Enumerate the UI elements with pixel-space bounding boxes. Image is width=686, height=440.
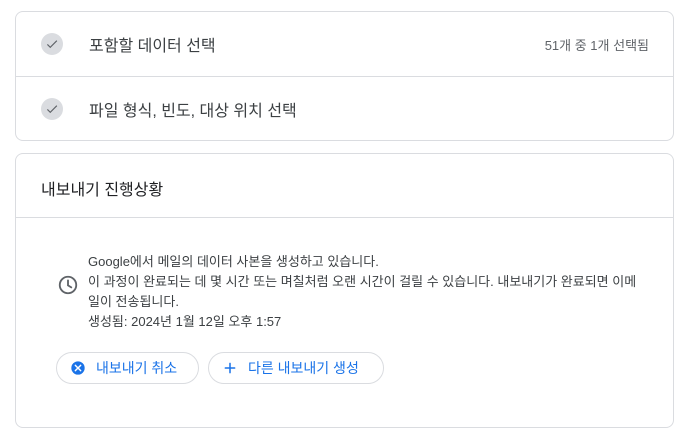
progress-title: 내보내기 진행상황 bbox=[41, 182, 164, 199]
export-progress-card: 내보내기 진행상황 Google에서 메일의 데이터 사본을 생성하고 있습니다… bbox=[15, 153, 674, 428]
step-file-format[interactable]: 파일 형식, 빈도, 대상 위치 선택 bbox=[16, 77, 673, 141]
divider bbox=[16, 217, 673, 218]
check-icon bbox=[41, 33, 63, 55]
create-another-export-button[interactable]: 다른 내보내기 생성 bbox=[208, 352, 384, 384]
cancel-export-button[interactable]: 내보내기 취소 bbox=[56, 352, 199, 384]
step-label: 포함할 데이터 선택 bbox=[89, 38, 216, 55]
plus-icon bbox=[222, 360, 238, 376]
steps-card: 포함할 데이터 선택 51개 중 1개 선택됨 파일 형식, 빈도, 대상 위치… bbox=[15, 11, 674, 141]
step-select-data[interactable]: 포함할 데이터 선택 51개 중 1개 선택됨 bbox=[16, 12, 673, 76]
step-label: 파일 형식, 빈도, 대상 위치 선택 bbox=[89, 103, 297, 120]
cancel-icon bbox=[70, 360, 86, 376]
clock-icon bbox=[57, 274, 79, 296]
check-icon bbox=[41, 98, 63, 120]
progress-message: Google에서 메일의 데이터 사본을 생성하고 있습니다. 이 과정이 완료… bbox=[88, 252, 648, 332]
created-timestamp: 생성됨: 2024년 1월 12일 오후 1:57 bbox=[88, 314, 282, 329]
message-line: 이 과정이 완료되는 데 몇 시간 또는 며칠처럼 오랜 시간이 걸릴 수 있습… bbox=[88, 274, 637, 309]
message-line: Google에서 메일의 데이터 사본을 생성하고 있습니다. bbox=[88, 254, 379, 269]
create-another-export-label: 다른 내보내기 생성 bbox=[248, 360, 359, 376]
selection-count: 51개 중 1개 선택됨 bbox=[544, 37, 649, 53]
cancel-export-label: 내보내기 취소 bbox=[96, 360, 178, 376]
